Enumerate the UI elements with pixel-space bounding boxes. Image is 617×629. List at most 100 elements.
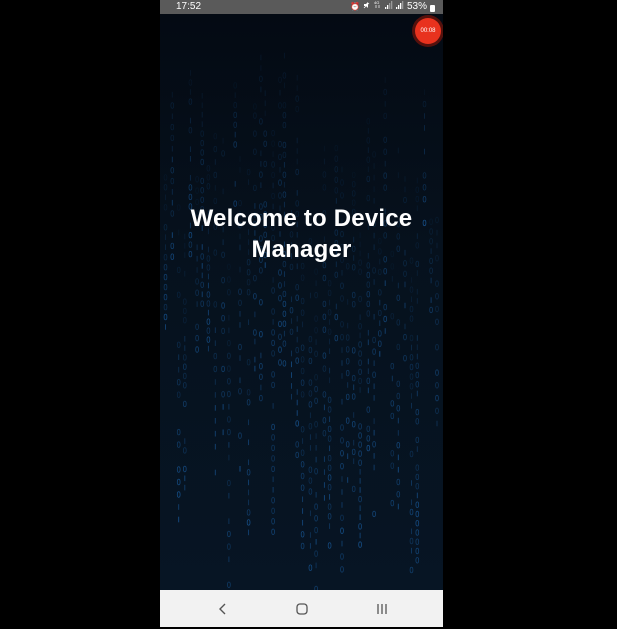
binary-digit <box>246 469 251 476</box>
binary-digit <box>213 301 218 308</box>
welcome-title: Welcome to Device Manager <box>190 205 413 263</box>
binary-digit <box>213 352 218 360</box>
binary-digit <box>163 273 168 281</box>
binary-digit <box>282 300 287 308</box>
binary-digit <box>259 299 263 306</box>
binary-digit <box>383 88 388 96</box>
binary-digit <box>390 400 395 407</box>
binary-digit <box>221 391 225 398</box>
home-icon <box>296 602 308 615</box>
binary-digit <box>366 377 371 384</box>
binary-digit <box>163 204 168 211</box>
binary-digit <box>195 323 199 330</box>
binary-digit <box>422 184 427 191</box>
binary-digit <box>327 513 332 520</box>
binary-digit <box>300 367 305 375</box>
binary-digit <box>282 141 287 149</box>
binary-digit <box>300 449 305 456</box>
binary-digit <box>200 130 204 137</box>
screen-recorder-button[interactable]: 00:08 <box>415 18 441 44</box>
alarm-icon: ⏰ <box>350 2 360 11</box>
binary-digit <box>182 382 187 389</box>
binary-digit <box>383 268 388 275</box>
recents-icon <box>377 603 387 614</box>
binary-digit <box>170 134 175 142</box>
binary-digit <box>396 343 401 351</box>
binary-digit <box>358 350 362 357</box>
recents-button[interactable] <box>362 590 402 627</box>
home-button[interactable] <box>282 590 322 627</box>
binary-digit <box>351 190 356 197</box>
binary-digit <box>182 363 187 370</box>
binary-digit <box>345 441 350 448</box>
binary-digit <box>429 267 433 274</box>
binary-digit <box>246 519 251 526</box>
binary-digit <box>200 196 204 203</box>
binary-digit <box>176 428 181 436</box>
binary-digit <box>372 371 376 378</box>
binary-digit <box>334 166 339 173</box>
binary-digit <box>227 352 231 359</box>
binary-digit <box>163 313 168 321</box>
binary-digit <box>182 400 187 408</box>
binary-digit <box>415 483 420 490</box>
binary-digit <box>195 187 199 194</box>
binary-digit <box>415 195 420 203</box>
binary-digit <box>383 136 388 143</box>
binary-digit <box>282 171 287 178</box>
binary-digit <box>403 270 407 277</box>
binary-digit <box>403 355 407 362</box>
binary-digit <box>206 174 211 181</box>
binary-digit <box>308 401 313 408</box>
binary-digit <box>300 531 305 538</box>
binary-digit <box>322 184 327 191</box>
binary-digit <box>289 328 294 335</box>
binary-digit <box>372 348 376 355</box>
binary-digit <box>351 421 356 428</box>
binary-digit <box>409 334 414 342</box>
binary-digit <box>358 432 362 439</box>
binary-digit <box>314 550 318 557</box>
binary-digit <box>322 274 327 282</box>
back-button[interactable] <box>203 590 243 627</box>
binary-digit <box>366 425 371 432</box>
binary-digit <box>188 126 193 134</box>
welcome-screen[interactable]: Welcome to Device Manager <box>160 14 443 590</box>
binary-digit <box>206 165 211 172</box>
binary-digit <box>435 305 439 313</box>
binary-digit <box>351 301 356 308</box>
binary-digit <box>383 184 388 191</box>
binary-digit <box>271 465 275 473</box>
binary-digit <box>278 179 282 186</box>
binary-digit <box>314 268 318 275</box>
binary-digit <box>409 566 414 574</box>
binary-digit <box>246 279 251 286</box>
binary-digit <box>238 299 242 306</box>
binary-digit <box>383 315 388 323</box>
binary-digit <box>206 183 211 190</box>
binary-digit <box>195 289 199 296</box>
binary-digit <box>253 275 257 282</box>
binary-digit <box>271 308 275 315</box>
binary-digit <box>366 291 371 298</box>
binary-digit <box>271 129 275 137</box>
binary-digit <box>300 356 305 363</box>
binary-digit <box>246 399 251 406</box>
binary-digit <box>327 328 332 335</box>
binary-digit <box>259 373 263 380</box>
binary-digit <box>334 144 339 152</box>
binary-digit <box>195 334 199 342</box>
binary-digit <box>259 118 263 125</box>
binary-digit <box>415 473 420 481</box>
binary-digit <box>314 515 318 522</box>
binary-digit <box>390 362 395 370</box>
binary-digit <box>409 383 414 390</box>
binary-digit <box>170 167 175 174</box>
binary-digit <box>200 281 204 288</box>
binary-digit <box>415 538 420 545</box>
binary-digit <box>282 340 287 347</box>
binary-digit <box>176 341 181 348</box>
binary-digit <box>322 417 327 424</box>
binary-digit <box>334 334 339 342</box>
binary-digit <box>295 420 300 427</box>
